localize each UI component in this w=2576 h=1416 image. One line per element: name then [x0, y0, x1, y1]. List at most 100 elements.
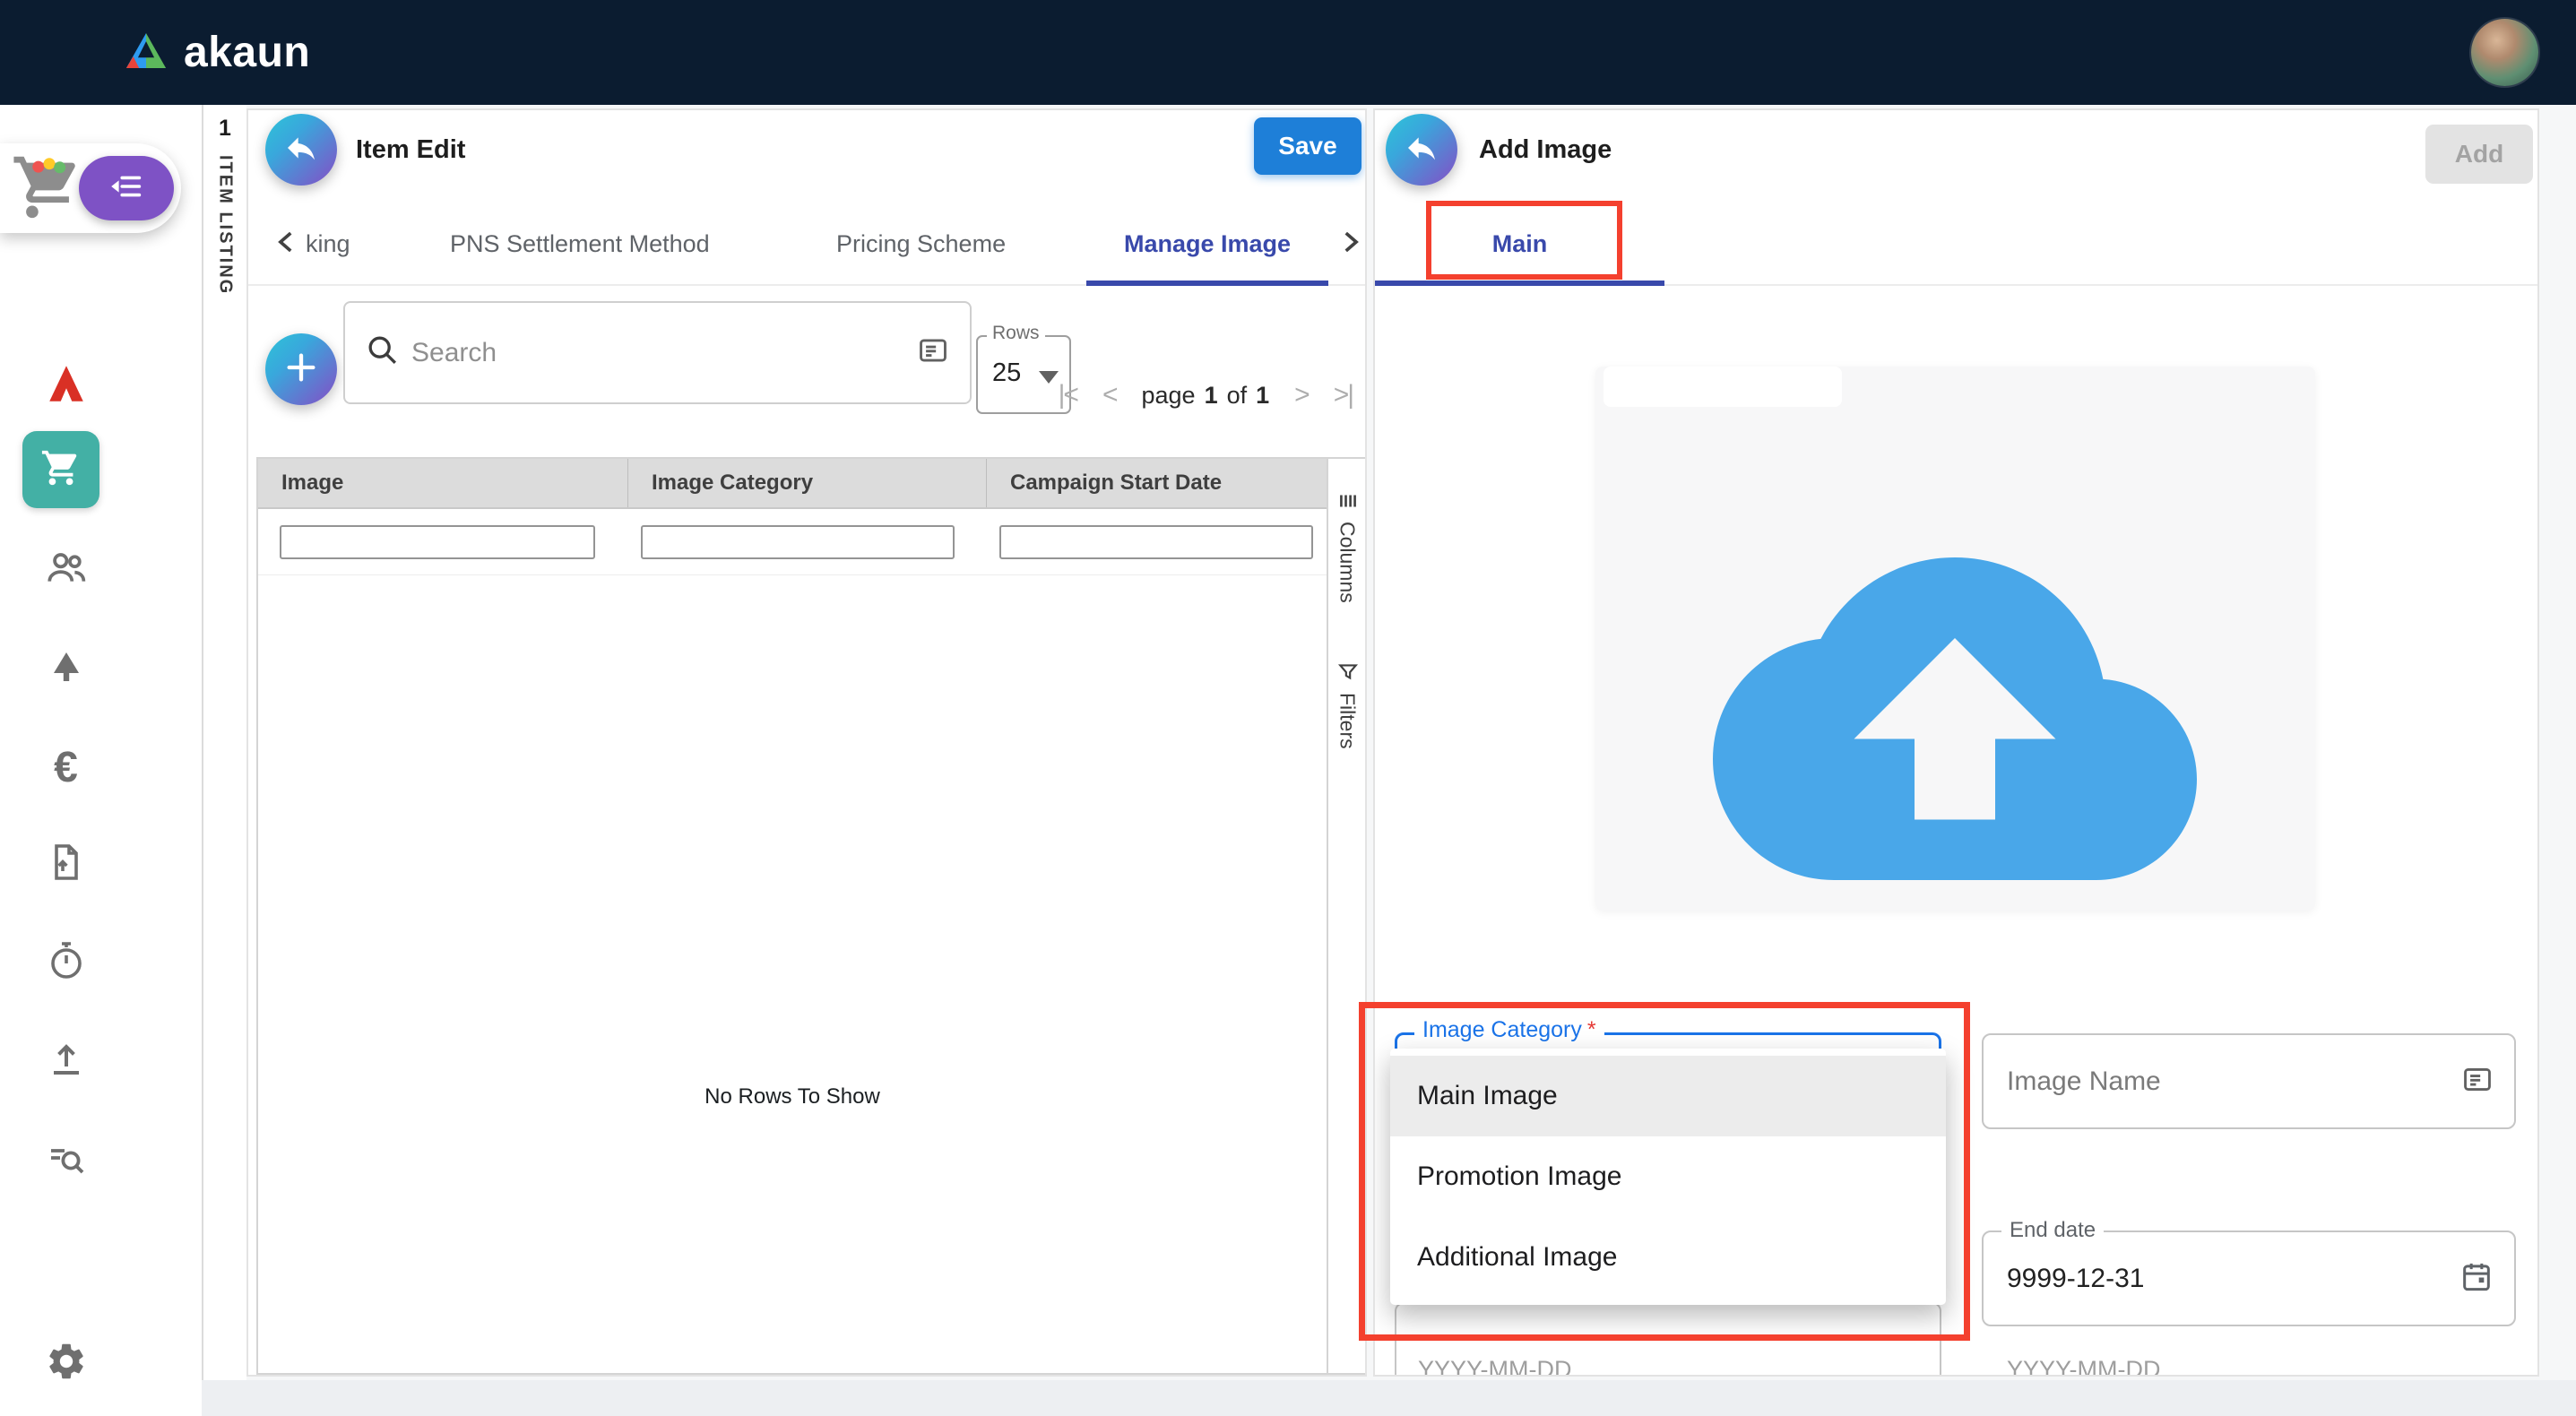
upload-icon	[45, 1038, 88, 1085]
add-row-button[interactable]	[265, 333, 337, 405]
sidebar-item-file-upload[interactable]	[0, 824, 132, 904]
logo-text: akaun	[184, 28, 310, 77]
add-button[interactable]: Add	[2425, 125, 2533, 184]
back-button[interactable]	[265, 114, 337, 186]
sidebar-item-currency[interactable]: €	[0, 727, 132, 807]
back-arrow-icon	[283, 130, 319, 170]
active-tab-underline	[1086, 281, 1328, 286]
search-icon	[365, 332, 401, 373]
timer-icon	[45, 939, 88, 987]
tab-pricing-scheme[interactable]: Pricing Scheme	[836, 203, 1006, 284]
filter-input-image[interactable]	[280, 525, 595, 559]
tab-clipped[interactable]: king	[306, 203, 350, 284]
column-header-image-category[interactable]: Image Category	[628, 459, 987, 507]
euro-icon: €	[54, 743, 78, 792]
tab-main[interactable]: Main	[1375, 203, 1664, 284]
field-list-icon[interactable]	[916, 333, 950, 372]
shopping-cart-icon	[40, 447, 82, 493]
tabs-scroll-left[interactable]	[272, 203, 302, 284]
file-upload-icon	[45, 841, 88, 888]
bottom-strip	[202, 1380, 2576, 1416]
nav-strip-index: 1	[203, 116, 246, 142]
sidebar: €	[0, 105, 202, 1416]
image-name-field[interactable]	[1982, 1033, 2516, 1129]
image-upload-dropzone[interactable]	[1595, 367, 2315, 911]
columns-tool-button[interactable]: Columns	[1336, 489, 1360, 603]
required-asterisk: *	[1587, 1017, 1596, 1042]
save-button[interactable]: Save	[1254, 117, 1361, 175]
users-icon	[44, 546, 89, 595]
rows-per-page-select[interactable]: Rows 25	[976, 335, 1071, 414]
sidebar-item-upload[interactable]	[0, 1021, 132, 1101]
image-category-label: Image Category*	[1414, 1017, 1604, 1043]
first-page-button[interactable]: |<	[1059, 380, 1077, 410]
end-date-label: End date	[2001, 1218, 2104, 1243]
filter-funnel-icon	[1336, 661, 1360, 684]
column-header-image[interactable]: Image	[258, 459, 628, 507]
image-category-dropdown-menu: Main Image Promotion Image Additional Im…	[1390, 1049, 1946, 1305]
audit-search-icon	[45, 1138, 88, 1186]
chevron-right-icon	[1335, 227, 1365, 262]
sidebar-item-alerts[interactable]	[0, 628, 132, 709]
settings-gear-icon	[45, 1340, 88, 1387]
search-input[interactable]	[411, 338, 916, 368]
pagination: |< < page 1 of 1 > >|	[1059, 374, 1353, 417]
filters-tool-label: Filters	[1336, 693, 1360, 749]
column-header-campaign-start-date[interactable]: Campaign Start Date	[987, 459, 1327, 507]
images-grid: Image Image Category Campaign Start Date…	[256, 457, 1367, 1375]
end-date-field[interactable]: End date	[1982, 1230, 2516, 1326]
grid-main: Image Image Category Campaign Start Date…	[258, 459, 1327, 1373]
calendar-icon[interactable]	[2459, 1258, 2494, 1299]
filter-input-campaign-start-date[interactable]	[999, 525, 1313, 559]
next-page-button[interactable]: >	[1294, 380, 1309, 410]
grid-side-buttons: Columns Filters	[1327, 459, 1366, 1373]
drawer-toggle-button[interactable]	[79, 156, 174, 220]
sidebar-item-audit-search[interactable]	[0, 1121, 132, 1202]
dropdown-option-additional-image[interactable]: Additional Image	[1390, 1217, 1946, 1298]
plus-icon	[283, 350, 319, 390]
end-date-input[interactable]	[2007, 1232, 2421, 1325]
filter-input-image-category[interactable]	[641, 525, 955, 559]
filters-tool-button[interactable]: Filters	[1336, 661, 1360, 749]
sidebar-item-pdf[interactable]	[0, 345, 132, 426]
add-image-tabbar: Main	[1375, 203, 2537, 286]
add-image-panel: Add Image Add Main Image Category* YYYY-…	[1373, 108, 2539, 1377]
logo-triangle-icon	[123, 30, 169, 76]
prev-page-button[interactable]: <	[1102, 380, 1117, 410]
image-name-input[interactable]	[2007, 1035, 2421, 1127]
dropdown-option-main-image[interactable]: Main Image	[1390, 1056, 1946, 1136]
pdf-reader-icon	[44, 361, 89, 410]
alert-triangle-icon	[45, 645, 88, 693]
page-title: Add Image	[1479, 135, 1612, 165]
vertical-nav-strip[interactable]: 1 ITEM LISTING	[202, 105, 246, 1380]
tabs-scroll-right[interactable]	[1335, 203, 1365, 284]
page-title: Item Edit	[356, 135, 465, 165]
back-arrow-icon	[1404, 130, 1439, 170]
item-edit-tabbar: king PNS Settlement Method Pricing Schem…	[248, 203, 1365, 286]
dropdown-option-promotion-image[interactable]: Promotion Image	[1390, 1136, 1946, 1217]
page-indicator: page 1 of 1	[1141, 382, 1269, 410]
sidebar-item-timer[interactable]	[0, 922, 132, 1003]
columns-tool-label: Columns	[1336, 522, 1360, 603]
back-button[interactable]	[1386, 114, 1457, 186]
chevron-left-icon	[272, 227, 302, 262]
topbar: akaun	[0, 0, 2576, 105]
sidebar-item-settings[interactable]	[0, 1323, 132, 1403]
rows-value: 25	[992, 358, 1021, 388]
tab-manage-image[interactable]: Manage Image	[1124, 203, 1291, 284]
last-page-button[interactable]: >|	[1334, 380, 1353, 410]
grid-filter-row	[258, 509, 1327, 575]
start-date-hint: YYYY-MM-DD	[1418, 1356, 1572, 1377]
sidebar-item-pos-cart[interactable]	[22, 431, 99, 508]
grid-body: No Rows To Show	[258, 575, 1327, 1373]
sidebar-item-users[interactable]	[0, 530, 132, 610]
brand-logo: akaun	[123, 28, 310, 77]
user-avatar[interactable]	[2471, 19, 2538, 86]
screen: akaun	[0, 0, 2576, 1416]
end-date-hint: YYYY-MM-DD	[2007, 1356, 2161, 1377]
active-tab-underline	[1375, 281, 1664, 286]
caret-down-icon	[1039, 371, 1059, 384]
tab-pns-settlement[interactable]: PNS Settlement Method	[450, 203, 710, 284]
field-list-icon[interactable]	[2460, 1062, 2494, 1101]
cloud-upload-icon	[1713, 517, 2197, 885]
